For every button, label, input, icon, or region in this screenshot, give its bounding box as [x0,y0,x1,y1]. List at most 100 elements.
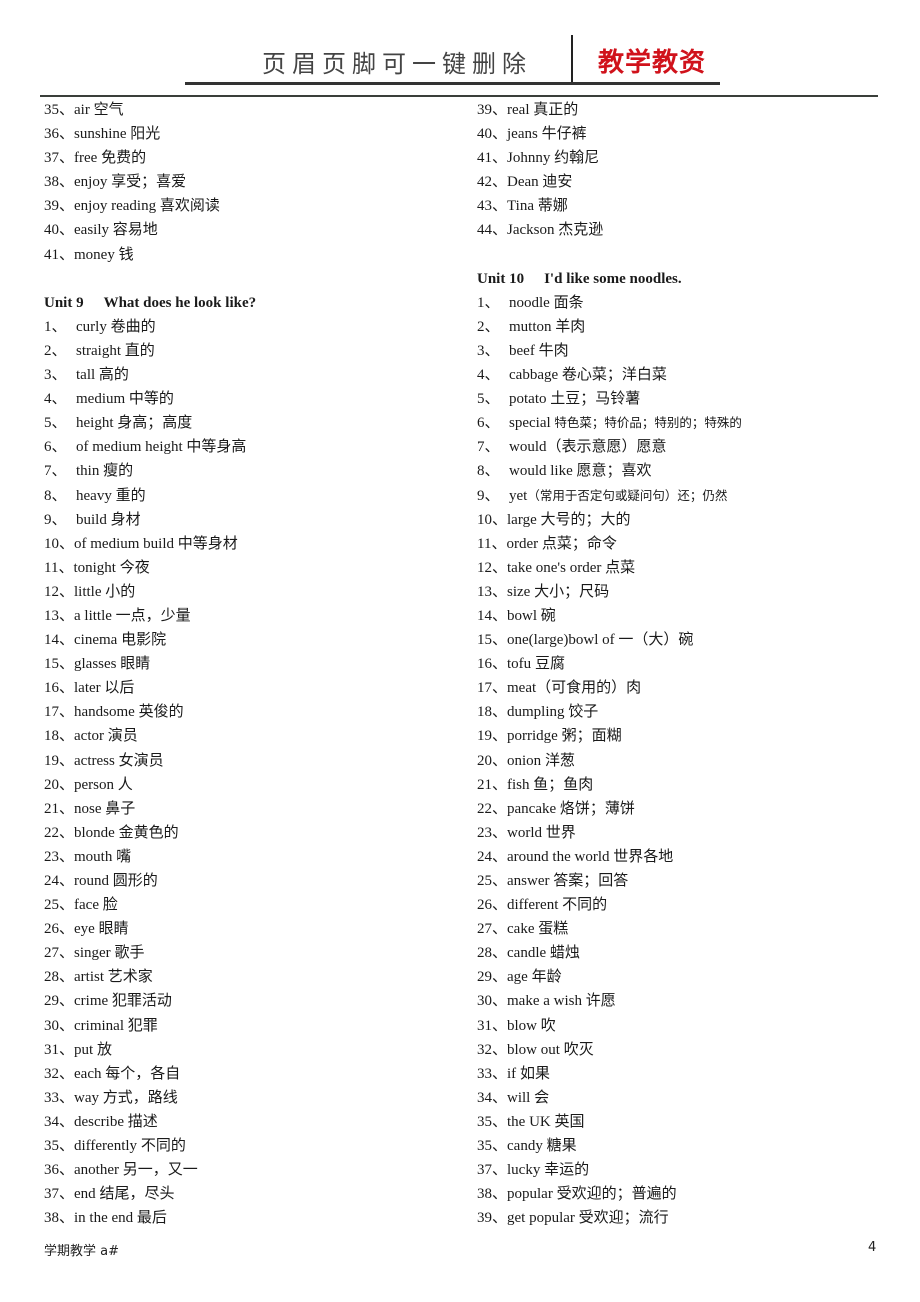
chinese-meaning: 另一，又一 [122,1162,198,1179]
item-number: 32、 [44,1065,75,1082]
vocab-item: 5、 potato 土豆；马铃薯 [477,387,897,411]
item-number: 35、 [44,1138,75,1155]
chinese-meaning: 中等身材 [177,535,238,552]
vocab-item: 1、 noodle 面条 [477,291,897,315]
chinese-meaning: 世界 [545,824,576,841]
item-number: 5、 [44,415,67,432]
item-number: 25、 [477,873,508,889]
vocab-item: 23、mouth 嘴 [44,845,464,869]
item-number: 11、 [477,535,507,552]
chinese-meaning: 年龄 [531,969,562,986]
english-term: later [74,680,101,697]
item-number: 37、 [44,1186,75,1203]
english-term: pancake [507,800,557,817]
english-term: heavy [76,487,112,504]
vocab-item: 6、 of medium height 中等身高 [44,435,464,459]
header-brand-text: 教学教资 [598,48,707,78]
english-term: blow [507,1017,538,1034]
item-number: 29、 [44,993,75,1010]
unit-number: Unit 10 [477,270,525,287]
vocab-item: 28、artist 艺术家 [44,965,464,989]
chinese-meaning: 免费的 [101,150,147,167]
vocab-item: 10、large 大号的；大的 [477,508,897,532]
chinese-meaning: 答案；回答 [553,873,629,889]
item-number: 34、 [44,1113,75,1130]
header-rule [40,95,878,97]
item-number: 6、 [477,415,500,432]
vocab-item: 2、 mutton 羊肉 [477,315,897,339]
item-number: 20、 [44,776,75,793]
item-number: 37、 [44,150,75,167]
chinese-meaning: 犯罪 [127,1017,158,1034]
item-number: 2、 [44,342,67,359]
item-number: 19、 [44,752,75,769]
chinese-meaning: 卷曲的 [110,318,156,335]
english-term: straight [76,342,121,359]
chinese-meaning: 牛肉 [538,342,569,359]
english-term: popular [507,1186,553,1203]
chinese-meaning: 一（大）碗 [618,632,694,649]
english-term: thin [76,463,100,480]
item-number: 40、 [44,222,75,239]
item-number: 29、 [477,969,508,986]
item-number: 41、 [44,246,75,263]
english-term: little [74,583,102,600]
chinese-meaning: 身材 [110,511,141,528]
chinese-meaning: 粥；面糊 [561,728,622,745]
item-number: 32、 [477,1041,508,1058]
english-term: take one's order [507,559,602,576]
vocab-item: 14、cinema 电影院 [44,628,464,652]
vocab-item: 27、cake 蛋糕 [477,917,897,941]
item-number: 25、 [44,897,75,914]
chinese-meaning: 碗 [540,607,556,624]
chinese-meaning: 不同的 [140,1138,186,1155]
vocab-item: 8、 would like 愿意；喜欢 [477,459,897,483]
chinese-meaning: 以后 [104,680,135,697]
vocab-item: 16、later 以后 [44,676,464,700]
english-term: round [74,873,110,889]
chinese-meaning: 面条 [553,294,584,311]
item-number: 26、 [477,897,508,914]
header-left-text: 页眉页脚可一键删除 [262,50,532,78]
english-term: blow out [507,1041,560,1058]
english-term: candy [507,1138,543,1155]
english-term: handsome [74,704,135,721]
chinese-meaning: 受欢迎的；普遍的 [556,1186,677,1203]
chinese-meaning: 特色菜；特价品；特别的；特殊的 [554,416,742,431]
item-number: 33、 [477,1065,508,1082]
vocab-item: 15、glasses 眼睛 [44,652,464,676]
header-divider [571,35,573,83]
vocab-item: 3、 tall 高的 [44,363,464,387]
chinese-meaning: 饺子 [568,704,599,721]
item-number: 42、 [477,174,508,191]
item-number: 13、 [44,607,75,624]
item-number: 22、 [477,800,508,817]
item-number: 44、 [477,222,508,239]
vocab-item: 35、air 空气 [44,98,464,122]
vocab-item: 17、meat（可食用的）肉 [477,676,897,700]
english-term: cinema [74,632,118,649]
chinese-meaning: 点菜；命令 [541,535,617,552]
english-term: of medium build [74,535,175,552]
unit-heading: Unit 10 I'd like some noodles. [477,267,897,291]
english-term: would like [509,463,573,480]
english-term: would [509,439,547,456]
english-term: beef [509,342,535,359]
item-number: 9、 [477,487,500,504]
english-term: Tina [507,198,534,215]
english-term: singer [74,945,111,962]
chinese-meaning: 土豆；马铃薯 [550,391,641,408]
english-term: one(large)bowl of [507,632,615,649]
item-number: 12、 [44,583,75,600]
vocab-item: 13、size 大小；尺码 [477,580,897,604]
chinese-meaning: 豆腐 [534,656,565,673]
vocab-item: 38、in the end 最后 [44,1206,464,1230]
item-number: 27、 [477,921,508,938]
english-term: face [74,897,99,914]
chinese-meaning: 喜欢阅读 [159,198,220,215]
english-term: real [507,102,530,118]
item-number: 34、 [477,1089,508,1106]
vocab-item: 39、get popular 受欢迎；流行 [477,1206,897,1230]
vocab-item: 31、put 放 [44,1038,464,1062]
chinese-meaning: 许愿 [585,993,616,1010]
